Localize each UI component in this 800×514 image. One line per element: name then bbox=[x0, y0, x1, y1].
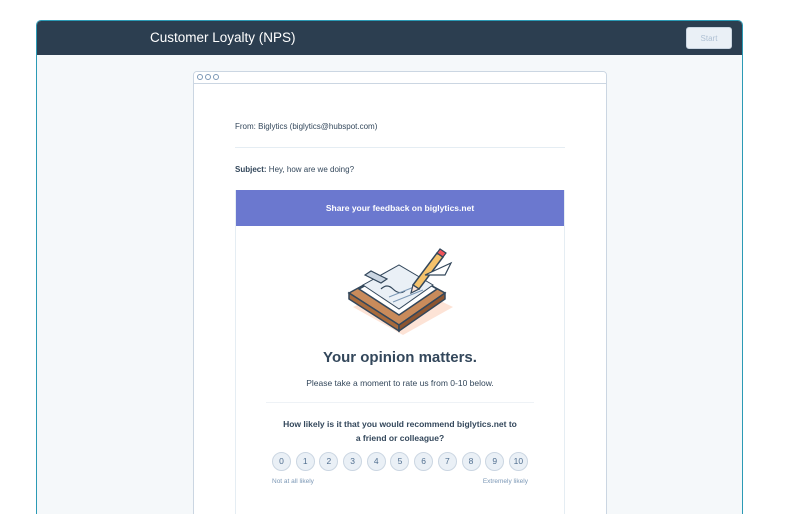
nps-panel: Customer Loyalty (NPS) Start From: Bigly… bbox=[36, 20, 743, 514]
from-label: From: bbox=[235, 122, 256, 131]
question-line-2: a friend or colleague? bbox=[355, 433, 445, 443]
scale-high-label: Extremely likely bbox=[482, 478, 528, 485]
window-dot-icon bbox=[197, 74, 203, 80]
divider bbox=[235, 147, 565, 148]
email-banner: Share your feedback on biglytics.net bbox=[236, 190, 564, 226]
nps-score-button[interactable]: 2 bbox=[319, 452, 339, 471]
from-value: Biglytics (biglytics@hubspot.com) bbox=[255, 122, 378, 131]
nps-score-button[interactable]: 10 bbox=[508, 452, 528, 471]
nps-score-button[interactable]: 7 bbox=[437, 452, 457, 471]
nps-scale: 0 1 2 3 4 5 6 7 8 9 10 bbox=[272, 452, 528, 471]
opinion-heading: Your opinion matters. bbox=[323, 349, 477, 366]
email-preview-window: From: Biglytics (biglytics@hubspot.com) … bbox=[193, 71, 607, 514]
window-dot-icon bbox=[205, 74, 211, 80]
nps-score-button[interactable]: 0 bbox=[272, 452, 291, 471]
start-button[interactable]: Start bbox=[686, 27, 732, 49]
question-line-1: How likely is it that you would recommen… bbox=[283, 419, 517, 429]
panel-header: Customer Loyalty (NPS) Start bbox=[37, 21, 742, 55]
nps-question: How likely is it that you would recommen… bbox=[276, 417, 524, 445]
scale-low-label: Not at all likely bbox=[272, 478, 314, 485]
clipboard-pencil-illustration-icon bbox=[347, 248, 453, 335]
nps-score-button[interactable]: 5 bbox=[390, 452, 410, 471]
divider bbox=[266, 402, 534, 403]
nps-score-button[interactable]: 1 bbox=[295, 452, 315, 471]
nps-score-button[interactable]: 3 bbox=[343, 452, 363, 471]
browser-bar bbox=[194, 72, 606, 84]
nps-score-button[interactable]: 6 bbox=[414, 452, 434, 471]
page-title: Customer Loyalty (NPS) bbox=[150, 30, 296, 45]
email-from: From: Biglytics (biglytics@hubspot.com) bbox=[235, 122, 377, 131]
nps-score-button[interactable]: 9 bbox=[485, 452, 505, 471]
window-dot-icon bbox=[213, 74, 219, 80]
subject-value: Hey, how are we doing? bbox=[266, 165, 355, 174]
opinion-subtext: Please take a moment to rate us from 0-1… bbox=[306, 378, 494, 388]
email-subject: Subject: Hey, how are we doing? bbox=[235, 165, 354, 174]
nps-score-button[interactable]: 8 bbox=[461, 452, 481, 471]
email-body: Share your feedback on biglytics.net You… bbox=[235, 190, 565, 514]
nps-score-button[interactable]: 4 bbox=[366, 452, 386, 471]
subject-label: Subject: bbox=[235, 165, 267, 174]
